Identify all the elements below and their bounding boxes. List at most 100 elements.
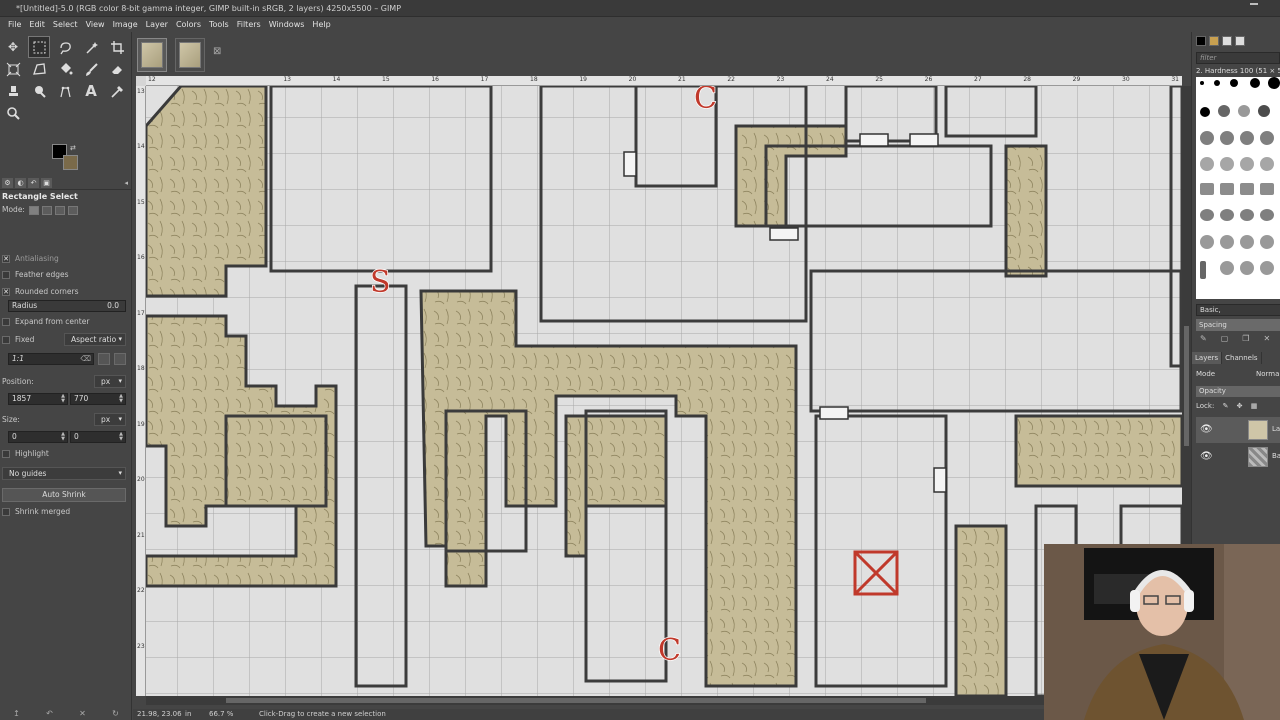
lock-alpha-icon[interactable]: ▦	[1251, 402, 1258, 410]
fixed-checkbox[interactable]	[2, 336, 10, 344]
reset-options-icon[interactable]: ↻	[112, 709, 119, 720]
menu-filters[interactable]: Filters	[233, 20, 265, 29]
undo-history-tab[interactable]: ↶	[28, 178, 39, 188]
minimize-icon[interactable]	[1250, 3, 1258, 5]
feather-edges-row[interactable]: Feather edges	[2, 269, 128, 281]
antialiasing-row[interactable]: ✕ Antialiasing	[2, 253, 128, 265]
menu-view[interactable]: View	[82, 20, 109, 29]
lock-position-icon[interactable]: ✥	[1237, 402, 1243, 410]
ratio-field[interactable]: 1:1 ⌫	[8, 353, 94, 365]
layer-mode-value[interactable]: Normal	[1256, 370, 1280, 378]
fuzzy-select-tool-icon[interactable]	[80, 36, 102, 58]
mode-add-icon[interactable]	[41, 205, 52, 215]
antialiasing-checkbox[interactable]: ✕	[2, 255, 10, 263]
eraser-tool-icon[interactable]	[106, 58, 128, 80]
bucket-fill-tool-icon[interactable]	[54, 58, 76, 80]
menu-tools[interactable]: Tools	[205, 20, 233, 29]
images-tab[interactable]: ▣	[41, 178, 52, 188]
unit-selector[interactable]: in	[185, 709, 191, 720]
zoom-tool-icon[interactable]	[2, 102, 24, 124]
smudge-tool-icon[interactable]	[28, 80, 50, 102]
spin-arrows-icon[interactable]: ▲ ▼	[61, 432, 65, 442]
restore-options-icon[interactable]: ↶	[46, 709, 53, 720]
new-brush-icon[interactable]: ▢	[1221, 334, 1229, 343]
menu-windows[interactable]: Windows	[265, 20, 309, 29]
vertical-ruler[interactable]: 13 14 15 16 17 18 19 20 21 22 23	[136, 86, 146, 696]
size-width-field[interactable]: 0 ▲ ▼	[8, 431, 68, 443]
auto-shrink-button[interactable]: Auto Shrink	[2, 488, 126, 502]
visibility-eye-icon[interactable]: 👁	[1200, 424, 1213, 435]
delete-options-icon[interactable]: ✕	[79, 709, 86, 720]
clone-tool-icon[interactable]	[2, 80, 24, 102]
brush-grid[interactable]	[1196, 77, 1280, 299]
duplicate-brush-icon[interactable]: ❐	[1242, 334, 1249, 343]
expand-from-center-row[interactable]: Expand from center	[2, 316, 128, 328]
free-select-tool-icon[interactable]	[54, 36, 76, 58]
mode-replace-icon[interactable]	[28, 205, 39, 215]
text-tool-icon[interactable]: A	[80, 80, 102, 102]
size-unit-dropdown[interactable]: px ▾	[94, 413, 126, 426]
highlight-row[interactable]: Highlight	[2, 448, 128, 460]
menu-edit[interactable]: Edit	[25, 20, 49, 29]
landscape-button[interactable]	[114, 353, 126, 365]
ruler-corner[interactable]	[136, 76, 146, 86]
patterns-tab[interactable]	[1209, 36, 1219, 46]
guides-dropdown[interactable]: No guides ▾	[2, 467, 126, 480]
position-unit-dropdown[interactable]: px ▾	[94, 375, 126, 388]
delete-brush-icon[interactable]: ✕	[1263, 334, 1270, 343]
menu-colors[interactable]: Colors	[172, 20, 205, 29]
image-canvas[interactable]: C S C	[146, 86, 1182, 696]
device-status-tab[interactable]: ◐	[15, 178, 26, 188]
opacity-slider[interactable]: Opacity	[1196, 386, 1280, 397]
fixed-mode-dropdown[interactable]: Aspect ratio ▾	[64, 333, 126, 346]
lock-pixels-icon[interactable]: ✎	[1223, 402, 1229, 410]
horizontal-ruler[interactable]: 12 13 14 15 16 17 18 19 20 21 22 23 24 25 26 27 28 29 30 31…	[146, 76, 1182, 86]
expand-from-center-checkbox[interactable]	[2, 318, 10, 326]
visibility-eye-icon[interactable]: 👁	[1200, 451, 1213, 462]
spin-arrows-icon[interactable]: ▲ ▼	[61, 394, 65, 404]
menu-select[interactable]: Select	[49, 20, 82, 29]
horizontal-scrollbar[interactable]	[146, 696, 1182, 705]
rounded-corners-checkbox[interactable]: ✕	[2, 288, 10, 296]
rounded-corners-row[interactable]: ✕ Rounded corners	[2, 286, 128, 298]
save-options-icon[interactable]: ↥	[13, 709, 20, 720]
move-tool-icon[interactable]: ✥	[2, 36, 24, 58]
background-color-swatch[interactable]	[63, 155, 78, 170]
tab-layers[interactable]: Layers	[1192, 352, 1223, 364]
shrink-merged-checkbox[interactable]	[2, 508, 10, 516]
menu-layer[interactable]: Layer	[142, 20, 172, 29]
spin-arrows-icon[interactable]: ▲ ▼	[119, 432, 123, 442]
menu-help[interactable]: Help	[308, 20, 334, 29]
spin-arrows-icon[interactable]: ▲ ▼	[119, 394, 123, 404]
tab-channels[interactable]: Channels	[1222, 352, 1262, 364]
feather-edges-checkbox[interactable]	[2, 271, 10, 279]
layer-row[interactable]: 👁 Ba	[1196, 444, 1280, 470]
scrollbar-thumb[interactable]	[1184, 326, 1189, 446]
position-x-field[interactable]: 1857 ▲ ▼	[8, 393, 68, 405]
radius-field[interactable]: Radius 0.0	[8, 300, 126, 312]
size-height-field[interactable]: 0 ▲ ▼	[70, 431, 126, 443]
paths-tool-icon[interactable]	[54, 80, 76, 102]
menu-image[interactable]: Image	[109, 20, 142, 29]
shrink-merged-row[interactable]: Shrink merged	[2, 506, 128, 518]
mode-subtract-icon[interactable]	[54, 205, 65, 215]
mode-intersect-icon[interactable]	[67, 205, 78, 215]
tab-menu-icon[interactable]: ◂	[124, 179, 128, 187]
brush-filter-input[interactable]: filter	[1196, 52, 1280, 64]
swap-colors-icon[interactable]: ⇄	[70, 144, 78, 152]
edit-brush-icon[interactable]: ✎	[1200, 334, 1207, 343]
rectangle-select-tool-icon[interactable]	[28, 36, 50, 58]
brushes-tab[interactable]	[1196, 36, 1206, 46]
spacing-slider[interactable]: Spacing	[1196, 319, 1280, 331]
scrollbar-thumb[interactable]	[226, 698, 926, 703]
highlight-checkbox[interactable]	[2, 450, 10, 458]
portrait-button[interactable]	[98, 353, 110, 365]
image-tab-1[interactable]	[137, 38, 167, 72]
warp-transform-tool-icon[interactable]	[28, 58, 50, 80]
image-tab-2[interactable]	[175, 38, 205, 72]
unified-transform-tool-icon[interactable]	[2, 58, 24, 80]
close-icon[interactable]: ⊠	[213, 46, 221, 57]
paintbrush-tool-icon[interactable]	[80, 58, 102, 80]
zoom-selector[interactable]: 66.7 %	[209, 709, 233, 720]
fonts-tab[interactable]	[1222, 36, 1232, 46]
